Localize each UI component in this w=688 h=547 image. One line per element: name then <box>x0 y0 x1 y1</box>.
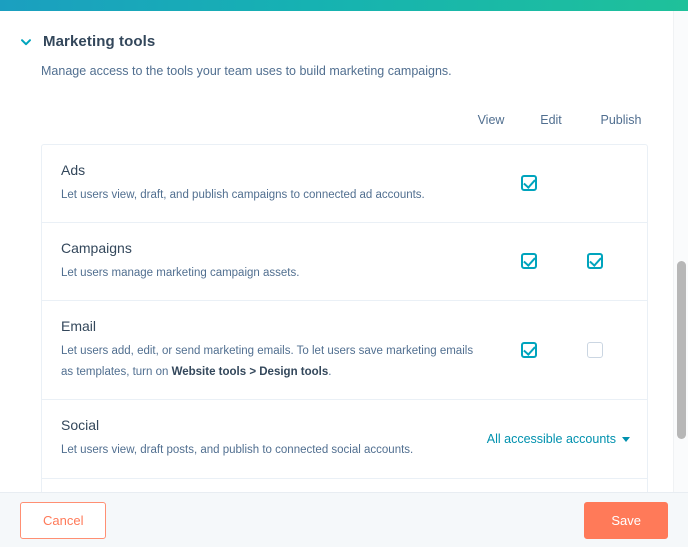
table-row: Ads Let users view, draft, and publish c… <box>42 145 647 223</box>
social-accounts-dropdown[interactable]: All accessible accounts <box>487 432 630 446</box>
marketing-tools-panel: Marketing tools Manage access to the too… <box>0 11 673 492</box>
vertical-scrollbar-thumb[interactable] <box>677 261 686 439</box>
row-title-email: Email <box>61 318 97 335</box>
row-title-social: Social <box>61 417 100 434</box>
dialog-footer: Cancel Save <box>0 492 688 547</box>
vertical-scrollbar-track[interactable] <box>673 11 688 492</box>
table-row: Campaigns Let users manage marketing cam… <box>42 223 647 302</box>
section-header[interactable]: Marketing tools <box>0 11 673 50</box>
chevron-down-icon[interactable] <box>18 34 34 50</box>
checkbox-campaigns-view[interactable] <box>521 253 537 270</box>
page-title: Marketing tools <box>43 33 156 50</box>
column-header-view: View <box>477 112 505 127</box>
row-description-email-bold: Website tools > Design tools <box>171 366 329 379</box>
checkbox-ads-view[interactable] <box>521 175 537 192</box>
column-header-edit: Edit <box>540 112 562 127</box>
column-header-publish: Publish <box>600 112 642 127</box>
caret-down-icon <box>622 436 630 442</box>
checkbox-campaigns-edit[interactable] <box>587 253 603 270</box>
checkbox-email-view[interactable] <box>521 342 537 359</box>
table-row: Content staging Let users create and edi… <box>42 479 647 492</box>
table-row: Email Let users add, edit, or send marke… <box>42 301 647 401</box>
table-row: Social Let users view, draft posts, and … <box>42 400 647 479</box>
settings-scroll-area[interactable]: Marketing tools Manage access to the too… <box>0 11 688 492</box>
permission-column-headers: View Edit Publish <box>0 105 673 139</box>
section-description: Manage access to the tools your team use… <box>41 64 452 78</box>
row-description-social: Let users view, draft posts, and publish… <box>61 444 414 457</box>
row-description-ads: Let users view, draft, and publish campa… <box>61 188 425 201</box>
row-title-campaigns: Campaigns <box>61 239 132 256</box>
row-text-campaigns: Campaigns Let users manage marketing cam… <box>61 239 481 284</box>
top-gradient-bar <box>0 0 688 11</box>
checkbox-email-edit[interactable] <box>587 342 603 359</box>
permissions-card: Ads Let users view, draft, and publish c… <box>41 143 648 492</box>
social-accounts-dropdown-label: All accessible accounts <box>486 432 616 447</box>
row-text-social: Social Let users view, draft posts, and … <box>61 416 481 461</box>
row-text-ads: Ads Let users view, draft, and publish c… <box>61 161 481 206</box>
row-description-campaigns: Let users manage marketing campaign asse… <box>61 266 300 279</box>
row-description-email: Let users add, edit, or send marketing e… <box>61 341 481 384</box>
row-text-email: Email Let users add, edit, or send marke… <box>61 317 481 383</box>
save-button[interactable]: Save <box>584 501 668 539</box>
row-description-email-part2: . <box>328 366 332 379</box>
row-title-ads: Ads <box>61 161 86 178</box>
cancel-button[interactable]: Cancel <box>20 501 107 539</box>
